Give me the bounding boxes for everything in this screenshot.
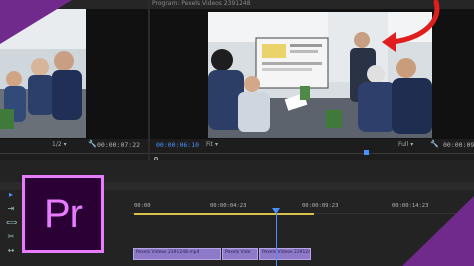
work-area-bar[interactable] bbox=[134, 213, 314, 215]
tools-panel: ▸ ⇥ ⟺ ✂ ↔ bbox=[6, 190, 18, 266]
timeline-playhead-line[interactable] bbox=[276, 211, 277, 266]
premiere-pro-logo: Pr bbox=[22, 175, 104, 253]
source-page-dropdown[interactable]: 1/2 ▾ bbox=[52, 141, 67, 148]
quality-label: Full bbox=[398, 141, 409, 148]
program-playhead-marker[interactable] bbox=[364, 150, 369, 155]
ruler-label: 00:00:04:23 bbox=[210, 203, 247, 209]
chevron-down-icon: ▾ bbox=[410, 141, 414, 148]
program-monitor-title: Program: Pexels Videos 2391248 bbox=[152, 0, 251, 7]
quality-dropdown[interactable]: Full ▾ bbox=[398, 141, 413, 148]
chevron-down-icon: ▾ bbox=[214, 141, 218, 148]
razor-icon[interactable]: ✂ bbox=[6, 232, 16, 242]
slip-tool-icon[interactable]: ↔ bbox=[6, 246, 16, 256]
track-select-icon[interactable]: ⇥ bbox=[6, 204, 16, 214]
timeline-clip[interactable]: Pexels Vide bbox=[222, 248, 258, 260]
ruler-label: 00:00:09:23 bbox=[302, 203, 339, 209]
wrench-icon[interactable]: 🔧 bbox=[88, 140, 97, 148]
program-timecode[interactable]: 00:00:06:10 bbox=[156, 141, 199, 149]
program-scrub-bar[interactable] bbox=[150, 153, 474, 154]
selection-tool-icon[interactable]: ▸ bbox=[6, 190, 16, 200]
timeline-clip[interactable]: Pexels Videos 2391248.mp4 bbox=[133, 248, 221, 260]
fit-label: Fit bbox=[206, 141, 214, 148]
source-timecode: 00:00:07:22 bbox=[97, 141, 141, 149]
source-scrub-bar[interactable] bbox=[0, 153, 148, 154]
ruler-label: 00:00 bbox=[134, 203, 151, 209]
timeline-clip[interactable]: Pexels Videos 2391248 bbox=[259, 248, 311, 260]
red-arrow-annotation bbox=[382, 0, 440, 52]
logo-text: Pr bbox=[44, 191, 83, 236]
source-page-label: 1/2 bbox=[52, 141, 62, 148]
ripple-edit-icon[interactable]: ⟺ bbox=[6, 218, 17, 228]
wrench-icon[interactable]: 🔧 bbox=[430, 140, 439, 148]
fit-dropdown[interactable]: Fit ▾ bbox=[206, 141, 218, 148]
program-duration: 00:00:09:2 bbox=[443, 141, 474, 149]
ruler-label: 00:00:14:23 bbox=[392, 203, 429, 209]
chevron-down-icon: ▾ bbox=[63, 141, 67, 148]
